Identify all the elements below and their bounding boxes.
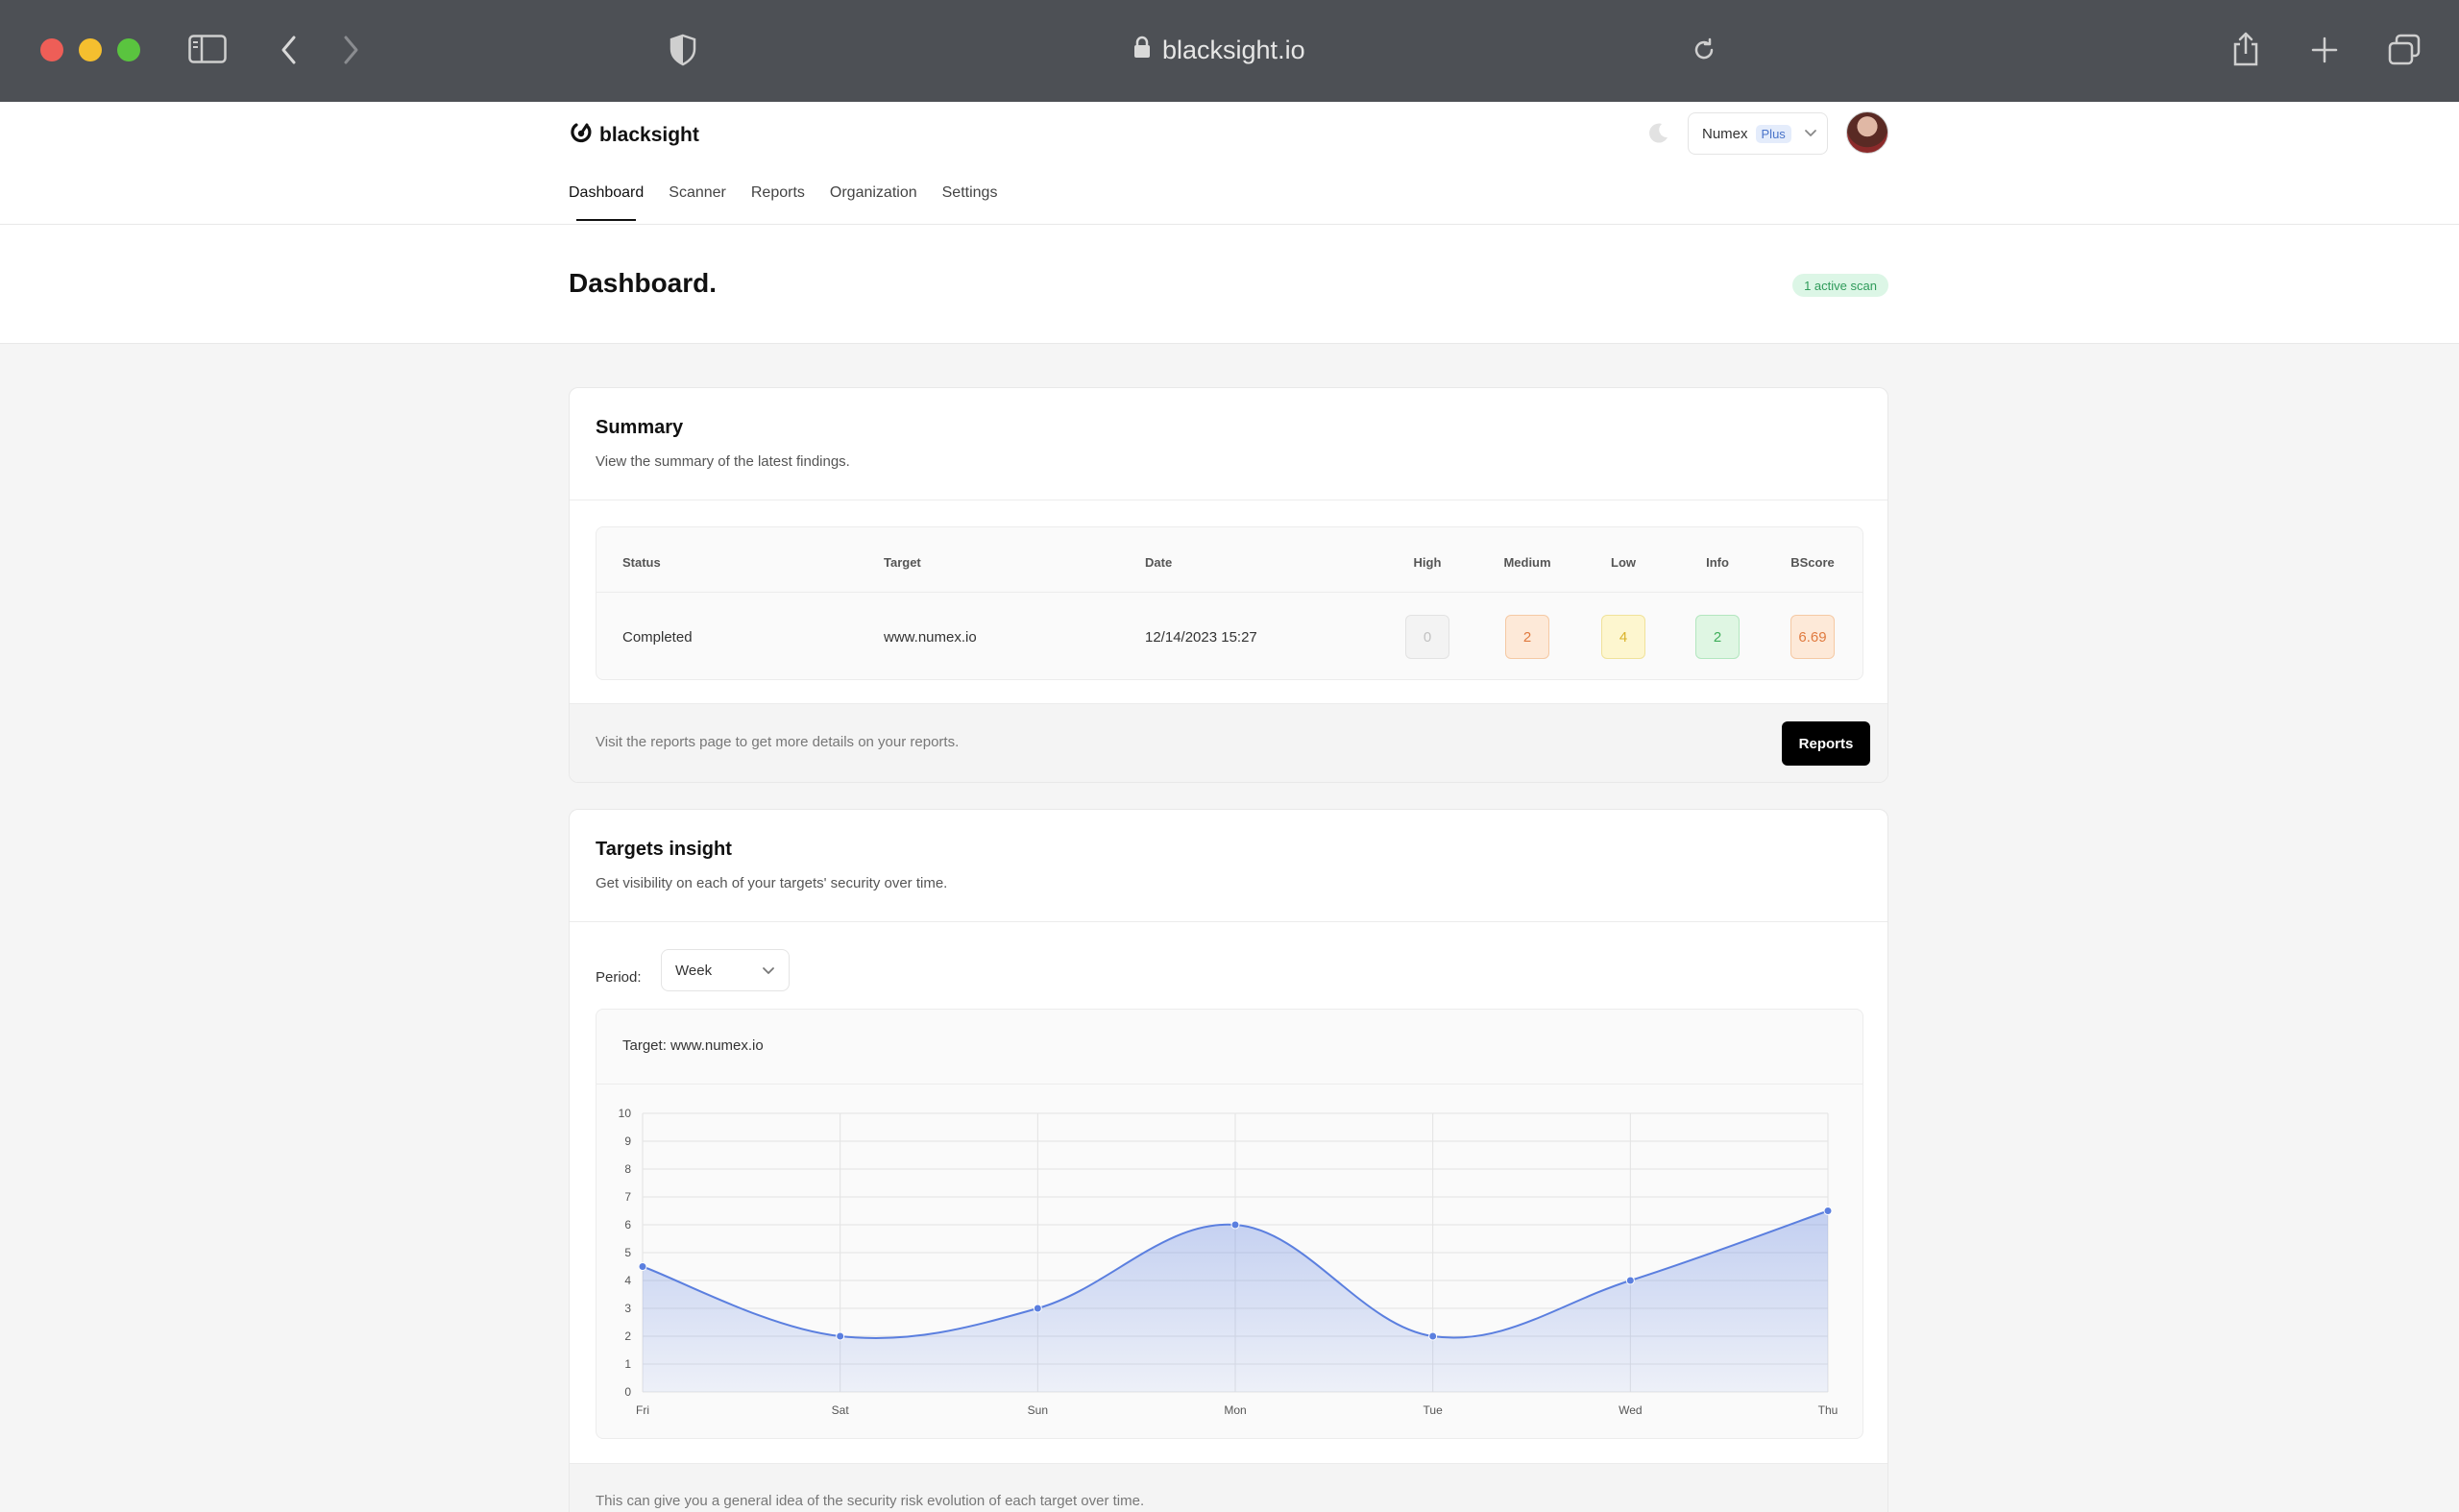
target-chart-panel: Target: www.numex.io 0 1 2 3 4 5 6 7 8 9 10 Fri Sat S… xyxy=(596,1009,1863,1439)
chevron-down-icon xyxy=(1804,126,1817,143)
data-point xyxy=(1230,1220,1240,1230)
tab-overview-icon[interactable] xyxy=(2388,34,2421,66)
findings-table: Status Target Date High Medium Low Info … xyxy=(596,526,1863,680)
column-low: Low xyxy=(1611,555,1636,570)
privacy-shield-icon[interactable] xyxy=(669,34,697,66)
y-tick-label: 8 xyxy=(624,1162,631,1176)
table-header: Status Target Date High Medium Low Info … xyxy=(596,527,1863,593)
targets-title: Targets insight xyxy=(596,839,732,860)
y-tick-label: 9 xyxy=(624,1134,631,1148)
column-status: Status xyxy=(622,555,661,570)
data-point xyxy=(1428,1331,1438,1341)
summary-subtitle: View the summary of the latest findings. xyxy=(596,453,850,470)
organization-name: Numex xyxy=(1702,125,1748,142)
data-point xyxy=(836,1331,845,1341)
high-count-badge: 0 xyxy=(1405,615,1449,659)
column-bscore: BScore xyxy=(1790,555,1835,570)
low-count-badge: 4 xyxy=(1601,615,1645,659)
user-avatar[interactable] xyxy=(1846,111,1888,154)
share-icon[interactable] xyxy=(2230,31,2261,67)
data-point xyxy=(1625,1276,1635,1285)
chevron-down-icon xyxy=(762,963,775,981)
summary-footer: Visit the reports page to get more detai… xyxy=(570,703,1887,782)
x-tick-label: Thu xyxy=(1818,1403,1838,1417)
organization-select[interactable]: Numex Plus xyxy=(1688,112,1828,155)
summary-footer-text: Visit the reports page to get more detai… xyxy=(596,734,960,750)
row-target: www.numex.io xyxy=(884,629,977,646)
y-tick-label: 5 xyxy=(624,1246,631,1259)
period-select[interactable]: Week xyxy=(661,949,790,991)
data-point xyxy=(1823,1207,1833,1215)
lock-icon xyxy=(1133,36,1151,65)
close-window-button[interactable] xyxy=(40,38,63,61)
chart-header: Target: www.numex.io xyxy=(596,1010,1863,1085)
targets-footer-text: This can give you a general idea of the … xyxy=(596,1493,1145,1509)
y-tick-label: 0 xyxy=(624,1385,631,1399)
maximize-window-button[interactable] xyxy=(117,38,140,61)
brand-name: blacksight xyxy=(599,124,699,146)
nav-organization[interactable]: Organization xyxy=(830,184,917,221)
y-tick-label: 4 xyxy=(624,1274,631,1287)
chart-target-label: Target: www.numex.io xyxy=(622,1037,764,1054)
row-status: Completed xyxy=(622,629,693,646)
x-tick-label: Tue xyxy=(1424,1403,1444,1417)
data-point xyxy=(1033,1304,1042,1313)
address-bar[interactable]: blacksight.io xyxy=(1133,29,1326,71)
targets-divider xyxy=(570,921,1887,922)
column-target: Target xyxy=(884,555,921,570)
summary-card: Summary View the summary of the latest f… xyxy=(569,387,1888,783)
page-header: Dashboard. 1 active scan xyxy=(0,225,2459,344)
period-label: Period: xyxy=(596,969,642,986)
column-date: Date xyxy=(1145,555,1173,570)
url-text: blacksight.io xyxy=(1162,35,1305,64)
x-tick-label: Sun xyxy=(1028,1403,1048,1417)
bscore-badge: 6.69 xyxy=(1790,615,1835,659)
table-row[interactable]: Completed www.numex.io 12/14/2023 15:27 … xyxy=(596,593,1863,681)
reports-button[interactable]: Reports xyxy=(1782,721,1870,766)
reload-icon[interactable] xyxy=(1691,37,1717,63)
row-date: 12/14/2023 15:27 xyxy=(1145,629,1257,646)
nav-scanner[interactable]: Scanner xyxy=(669,184,726,221)
dark-mode-toggle-icon[interactable] xyxy=(1645,121,1670,151)
brand-logo[interactable]: blacksight xyxy=(569,120,699,151)
period-value: Week xyxy=(675,962,713,979)
main-nav: Dashboard Scanner Reports Organization S… xyxy=(569,184,997,221)
x-tick-label: Sat xyxy=(832,1403,850,1417)
active-scan-badge[interactable]: 1 active scan xyxy=(1792,274,1888,297)
medium-count-badge: 2 xyxy=(1505,615,1549,659)
nav-settings[interactable]: Settings xyxy=(942,184,998,221)
blacksight-logo-icon xyxy=(569,120,594,151)
y-tick-label: 1 xyxy=(624,1357,631,1371)
y-tick-label: 2 xyxy=(624,1329,631,1343)
series-area xyxy=(643,1210,1828,1392)
nav-reports[interactable]: Reports xyxy=(751,184,805,221)
back-icon[interactable] xyxy=(279,35,300,65)
targets-subtitle: Get visibility on each of your targets' … xyxy=(596,875,948,891)
nav-dashboard[interactable]: Dashboard xyxy=(569,184,644,221)
sidebar-toggle-icon[interactable] xyxy=(188,35,227,63)
summary-title: Summary xyxy=(596,417,684,438)
column-info: Info xyxy=(1706,555,1729,570)
y-tick-label: 6 xyxy=(624,1218,631,1232)
targets-insight-card: Targets insight Get visibility on each o… xyxy=(569,809,1888,1512)
plan-badge: Plus xyxy=(1755,124,1791,143)
targets-footer: This can give you a general idea of the … xyxy=(570,1463,1887,1512)
minimize-window-button[interactable] xyxy=(79,38,102,61)
forward-icon[interactable] xyxy=(340,35,361,65)
y-tick-label: 10 xyxy=(619,1107,632,1120)
new-tab-icon[interactable] xyxy=(2311,37,2338,63)
x-tick-label: Fri xyxy=(636,1403,649,1417)
info-count-badge: 2 xyxy=(1695,615,1740,659)
browser-toolbar: blacksight.io xyxy=(0,0,2459,102)
y-tick-label: 7 xyxy=(624,1190,631,1204)
column-medium: Medium xyxy=(1503,555,1551,570)
app-header: blacksight Numex Plus Dashboard Scanner … xyxy=(0,102,2459,225)
page-title: Dashboard. xyxy=(569,268,718,298)
column-high: High xyxy=(1413,555,1442,570)
y-tick-label: 3 xyxy=(624,1302,631,1315)
x-tick-label: Mon xyxy=(1224,1403,1246,1417)
x-tick-label: Wed xyxy=(1619,1403,1642,1417)
data-point xyxy=(638,1262,647,1271)
security-trend-chart: 0 1 2 3 4 5 6 7 8 9 10 Fri Sat Sun Mon Tue Wed Thu xyxy=(619,1107,1838,1417)
